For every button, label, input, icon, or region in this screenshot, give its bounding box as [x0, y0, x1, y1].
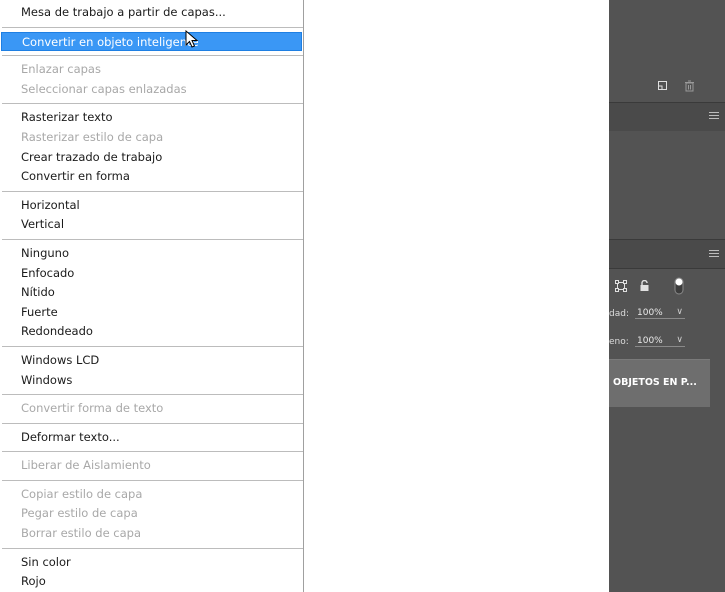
panel-header — [609, 102, 725, 132]
fill-label: eno: — [609, 337, 629, 347]
opacity-value: 100% — [637, 308, 663, 318]
menu-item: Liberar de Aislamiento — [21, 458, 151, 473]
trash-icon[interactable] — [684, 80, 695, 95]
menu-separator — [2, 238, 303, 240]
layer-name: OBJETOS EN P... — [613, 377, 697, 388]
canvas-area — [304, 0, 609, 592]
top-panel — [609, 0, 725, 92]
menu-item[interactable]: Vertical — [0, 215, 303, 235]
menu-item[interactable]: Nítido — [0, 283, 303, 303]
menu-item[interactable]: Deformar texto... — [0, 428, 303, 448]
menu-item[interactable]: Ninguno — [0, 244, 303, 264]
menu-item[interactable]: Sin color — [0, 553, 303, 573]
menu-separator — [2, 103, 303, 105]
menu-item: Pegar estilo de capa — [21, 506, 138, 521]
panel-menu-icon[interactable] — [709, 112, 719, 121]
new-item-icon[interactable] — [657, 80, 668, 94]
menu-separator — [2, 190, 303, 192]
menu-separator — [2, 422, 303, 424]
menu-item: Seleccionar capas enlazadas — [21, 81, 187, 96]
menu-separator — [2, 479, 303, 481]
menu-item: Copiar estilo de capa — [21, 486, 143, 501]
menu-item[interactable]: Horizontal — [0, 196, 303, 216]
chevron-down-icon: ∨ — [676, 335, 683, 345]
opacity-label: dad: — [609, 309, 629, 319]
menu-separator — [2, 547, 303, 549]
fill-value: 100% — [637, 336, 663, 346]
mouse-cursor-icon — [185, 30, 199, 48]
panel-body — [609, 131, 725, 236]
menu-item[interactable]: Mesa de trabajo a partir de capas... — [0, 3, 303, 23]
menu-item[interactable]: Windows — [0, 371, 303, 391]
menu-item[interactable]: Rojo — [0, 572, 303, 592]
transform-icon[interactable] — [615, 280, 627, 295]
menu-item: Convertir forma de texto — [21, 401, 164, 416]
right-panels: dad: 100% ∨ eno: 100% ∨ OBJETOS EN P... — [609, 0, 725, 592]
menu-item[interactable]: Windows LCD — [0, 351, 303, 371]
menu-item[interactable]: Enfocado — [0, 264, 303, 284]
lock-icon[interactable] — [639, 279, 650, 295]
fill-dropdown[interactable]: 100% ∨ — [635, 335, 685, 347]
chevron-down-icon: ∨ — [676, 307, 683, 317]
layers-panel-header — [609, 239, 725, 269]
opacity-dropdown[interactable]: 100% ∨ — [635, 307, 685, 319]
menu-item[interactable]: Convertir en forma — [0, 167, 303, 187]
menu-item[interactable]: Redondeado — [0, 322, 303, 342]
menu-item: Rasterizar estilo de capa — [21, 129, 164, 144]
menu-item[interactable]: Rasterizar texto — [0, 108, 303, 128]
menu-separator — [2, 451, 303, 453]
menu-item[interactable]: Fuerte — [0, 303, 303, 323]
menu-separator — [2, 26, 303, 28]
layers-panel-menu-icon[interactable] — [709, 250, 719, 259]
menu-item[interactable]: Convertir en objeto inteligente — [1, 31, 302, 52]
menu-item: Borrar estilo de capa — [21, 526, 142, 541]
menu-separator — [2, 394, 303, 396]
toggle-icon[interactable] — [673, 277, 685, 298]
context-menu: Mesa de trabajo a partir de capas... Conv… — [0, 0, 304, 592]
menu-item: Enlazar capas — [21, 62, 101, 77]
menu-separator — [2, 345, 303, 347]
menu-item[interactable]: Crear trazado de trabajo — [0, 148, 303, 168]
layer-row[interactable]: OBJETOS EN P... — [609, 359, 710, 407]
menu-separator — [2, 55, 303, 57]
